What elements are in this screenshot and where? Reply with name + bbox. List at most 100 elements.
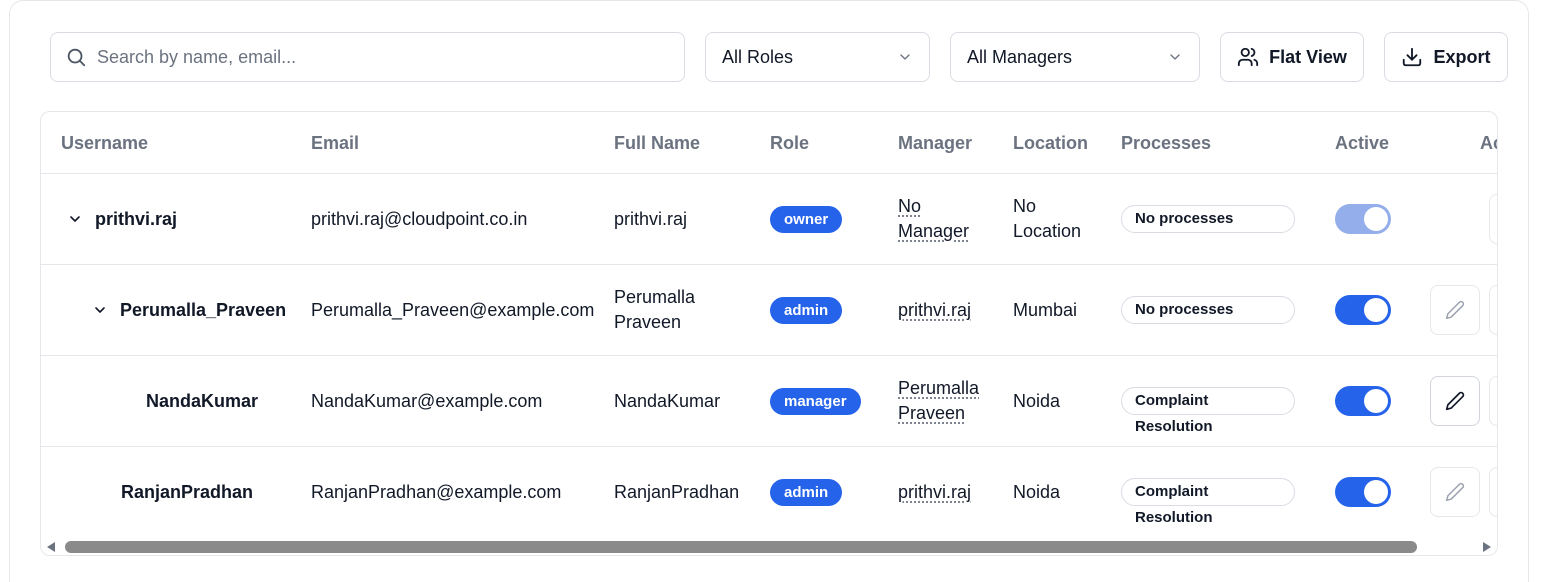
active-toggle[interactable] — [1335, 477, 1391, 507]
role-cell: admin — [770, 265, 843, 355]
delete-button[interactable] — [1489, 194, 1497, 244]
manager-link[interactable]: No Manager — [898, 194, 988, 244]
table-row: RanjanPradhan RanjanPradhan@example.com … — [41, 447, 1497, 538]
flat-view-label: Flat View — [1269, 46, 1347, 67]
username: NandaKumar — [146, 390, 259, 411]
processes-cell: Complaint Resolution — [1121, 356, 1295, 446]
role-cell: manager — [770, 356, 861, 446]
export-label: Export — [1433, 46, 1491, 67]
scrollbar-thumb[interactable] — [65, 541, 1417, 553]
active-toggle[interactable] — [1335, 386, 1391, 416]
chevron-down-icon — [95, 307, 105, 313]
users-icon — [1238, 47, 1259, 67]
expand-toggle[interactable] — [61, 205, 89, 233]
col-full-name[interactable]: Full Name — [614, 112, 700, 174]
role-cell: owner — [770, 174, 843, 264]
chevron-down-icon — [1170, 54, 1180, 60]
users-table: Username Email Full Name Role Manager Lo… — [40, 111, 1498, 556]
processes-cell: No processes — [1121, 265, 1295, 355]
active-cell — [1335, 265, 1391, 355]
processes-badge: No processes — [1121, 205, 1295, 233]
toggle-knob — [1364, 298, 1388, 322]
username: prithvi.raj — [95, 208, 178, 229]
toggle-knob — [1364, 480, 1388, 504]
table-header: Username Email Full Name Role Manager Lo… — [41, 112, 1497, 174]
col-active[interactable]: Active — [1335, 112, 1389, 174]
edit-button[interactable] — [1430, 285, 1480, 335]
username: RanjanPradhan — [121, 481, 254, 502]
edit-button[interactable] — [1430, 467, 1480, 517]
username-cell: RanjanPradhan — [121, 447, 253, 537]
search-input[interactable] — [97, 46, 657, 68]
download-icon — [1403, 47, 1422, 67]
email-cell: prithvi.raj@cloudpoint.co.in — [311, 208, 528, 229]
processes-badge: Complaint Resolution — [1121, 387, 1295, 435]
delete-button[interactable] — [1489, 285, 1497, 335]
col-processes[interactable]: Processes — [1121, 112, 1211, 174]
manager-cell: Perumalla Praveen — [898, 356, 988, 446]
chevron-down-icon — [70, 216, 80, 222]
col-role[interactable]: Role — [770, 112, 809, 174]
pencil-icon — [1445, 482, 1465, 502]
location-cell: Mumbai — [1013, 299, 1078, 320]
location-cell: Noida — [1013, 481, 1061, 502]
username-cell: Perumalla_Praveen — [86, 265, 286, 355]
username-cell: NandaKumar — [146, 356, 258, 446]
email-cell: RanjanPradhan@example.com — [311, 481, 562, 502]
role-cell: admin — [770, 447, 843, 537]
active-toggle[interactable] — [1335, 204, 1391, 234]
pencil-icon — [1445, 300, 1465, 320]
active-cell — [1335, 447, 1391, 537]
manager-cell: No Manager — [898, 174, 988, 264]
scroll-left-arrow[interactable] — [47, 542, 55, 552]
full-name-cell: RanjanPradhan — [614, 481, 740, 502]
role-badge: admin — [770, 478, 843, 506]
col-username[interactable]: Username — [61, 112, 148, 174]
table-row: prithvi.raj prithvi.raj@cloudpoint.co.in… — [41, 174, 1497, 265]
active-cell — [1335, 356, 1391, 446]
roles-filter-label: All Roles — [722, 46, 794, 67]
col-location[interactable]: Location — [1013, 112, 1088, 174]
edit-button[interactable] — [1430, 376, 1480, 426]
email-cell: NandaKumar@example.com — [311, 390, 543, 411]
col-actions: Ac — [1480, 133, 1497, 153]
manager-cell: prithvi.raj — [898, 447, 988, 537]
manager-link[interactable]: prithvi.raj — [898, 298, 971, 323]
table-row: NandaKumar NandaKumar@example.com NandaK… — [41, 356, 1497, 447]
active-cell — [1335, 174, 1391, 264]
horizontal-scrollbar[interactable] — [41, 537, 1497, 555]
manager-cell: prithvi.raj — [898, 265, 988, 355]
scroll-right-arrow[interactable] — [1483, 542, 1491, 552]
processes-badge: No processes — [1121, 296, 1295, 324]
pencil-icon — [1445, 391, 1465, 411]
manager-link[interactable]: Perumalla Praveen — [898, 376, 988, 426]
full-name-cell: NandaKumar — [614, 390, 721, 411]
active-toggle[interactable] — [1335, 295, 1391, 325]
expand-toggle[interactable] — [86, 296, 114, 324]
username: Perumalla_Praveen — [120, 299, 287, 320]
flat-view-button[interactable]: Flat View — [1220, 32, 1364, 82]
role-badge: owner — [770, 205, 843, 233]
managers-filter-label: All Managers — [967, 46, 1073, 67]
col-email[interactable]: Email — [311, 112, 359, 174]
toggle-knob — [1364, 207, 1388, 231]
delete-button[interactable] — [1489, 467, 1497, 517]
search-box[interactable] — [50, 32, 685, 82]
username-cell: prithvi.raj — [61, 174, 177, 264]
processes-cell: Complaint Resolution — [1121, 447, 1295, 537]
processes-badge: Complaint Resolution — [1121, 478, 1295, 526]
full-name-cell: Perumalla Praveen — [614, 287, 696, 332]
search-icon — [67, 48, 86, 67]
export-button[interactable]: Export — [1384, 32, 1508, 82]
processes-cell: No processes — [1121, 174, 1295, 264]
role-badge: admin — [770, 296, 843, 324]
email-cell: Perumalla_Praveen@example.com — [311, 299, 595, 320]
toggle-knob — [1364, 389, 1388, 413]
col-manager[interactable]: Manager — [898, 112, 972, 174]
role-badge: manager — [770, 387, 861, 415]
manager-link[interactable]: prithvi.raj — [898, 480, 971, 505]
table-row: Perumalla_Praveen Perumalla_Praveen@exam… — [41, 265, 1497, 356]
delete-button[interactable] — [1489, 376, 1497, 426]
managers-filter-select[interactable]: All Managers — [950, 32, 1200, 82]
roles-filter-select[interactable]: All Roles — [705, 32, 930, 82]
